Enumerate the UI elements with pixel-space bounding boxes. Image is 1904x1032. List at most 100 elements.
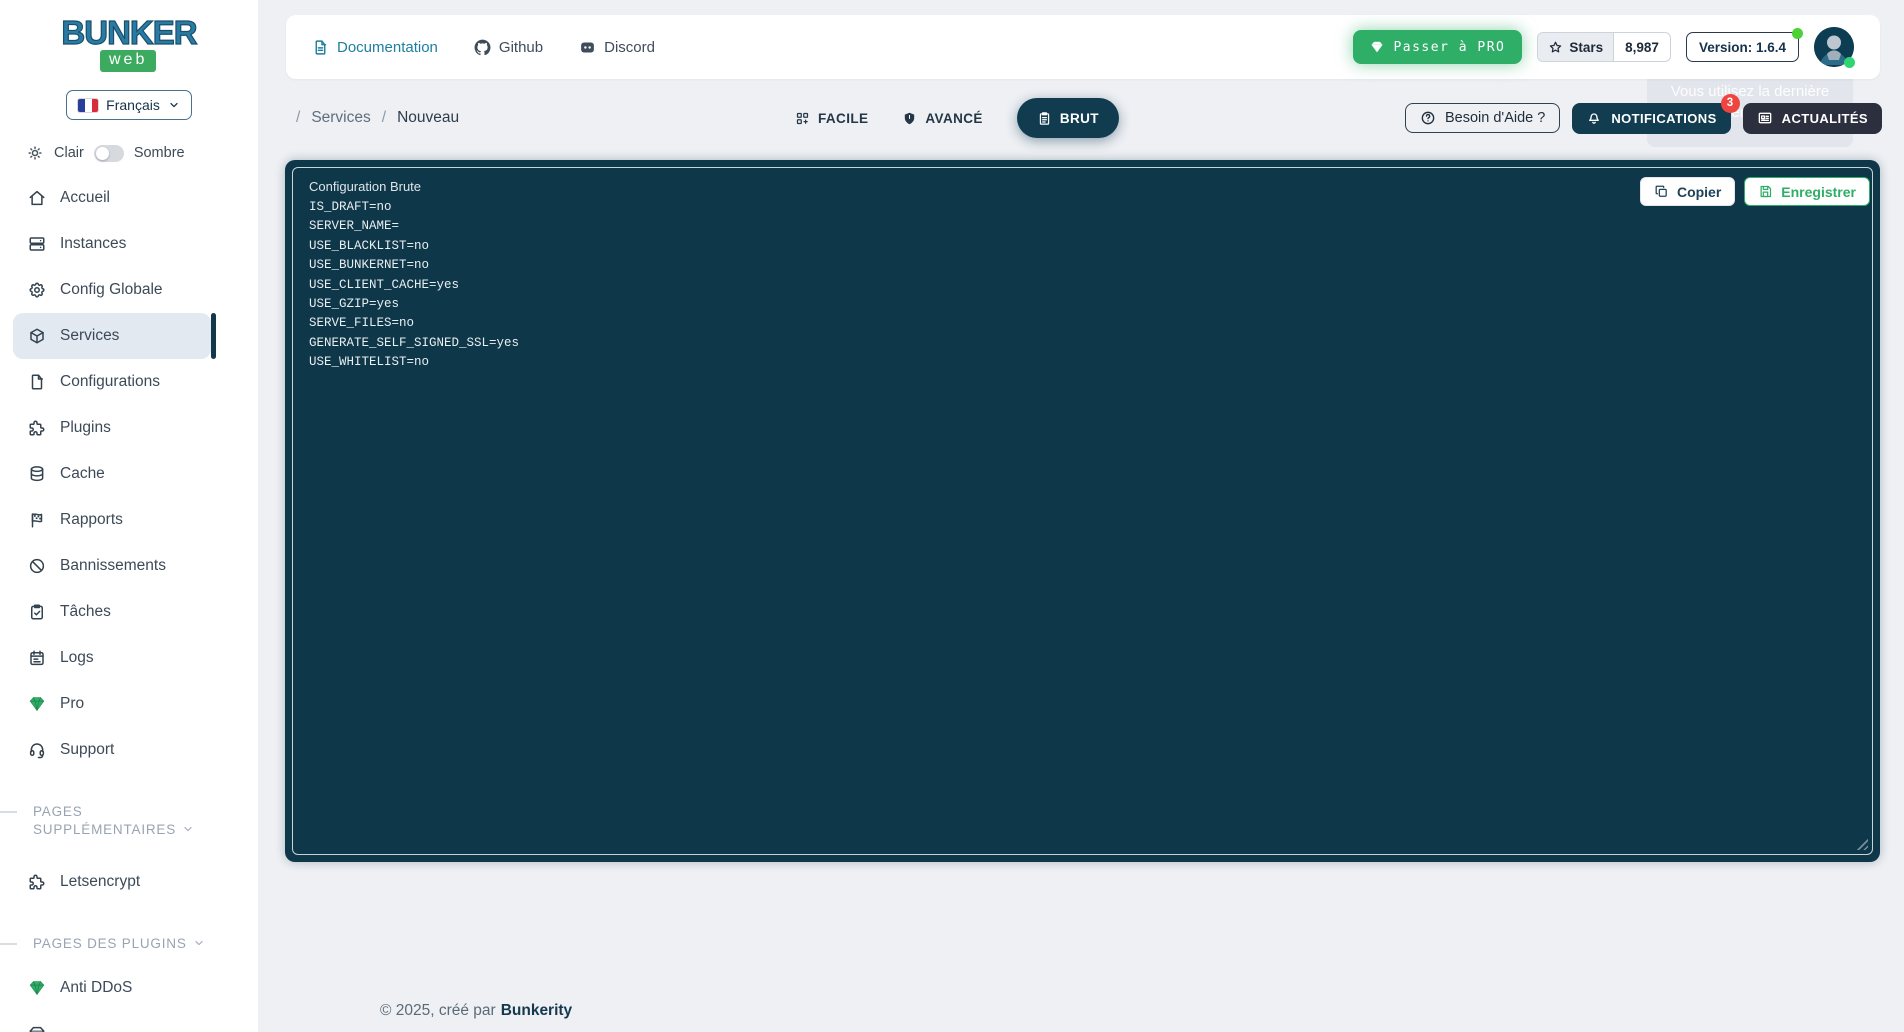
bunkerweb-logo[interactable]: BUNKER web: [0, 14, 258, 68]
sidebar-item-instances[interactable]: Instances: [0, 221, 258, 267]
sidebar-nav: Accueil Instances Config Globale Service…: [0, 175, 258, 773]
github-stars-widget[interactable]: Stars 8,987: [1537, 32, 1671, 62]
header-right-group: Passer à PRO Stars 8,987 Version: 1.6.4: [1353, 27, 1854, 67]
breadcrumb-services-link[interactable]: Services: [311, 109, 370, 127]
shield-icon: [902, 111, 917, 126]
notifications-button[interactable]: NOTIFICATIONS 3: [1572, 103, 1730, 134]
sidebar-item-anti-ddos[interactable]: Anti DDoS: [0, 965, 258, 1011]
gem-icon: [28, 695, 46, 713]
header-link-label: Discord: [604, 39, 655, 56]
section-heading-plugin-pages[interactable]: PAGES DES PLUGINS: [33, 935, 219, 953]
mode-button-avanc[interactable]: AVANCÉ: [902, 111, 982, 126]
sidebar-item-t-ches[interactable]: Tâches: [0, 589, 258, 635]
stars-label: Stars: [1569, 40, 1603, 55]
mode-label: AVANCÉ: [925, 111, 982, 126]
logo-text: BUNKER: [0, 14, 258, 52]
theme-light-label: Clair: [54, 145, 84, 161]
sidebar-item-blank[interactable]: [0, 1011, 258, 1032]
mode-label: FACILE: [818, 111, 868, 126]
sidebar-plugins-nav: Anti DDoS: [0, 965, 258, 1032]
flag-icon: [28, 511, 46, 529]
header-link-discord[interactable]: Discord: [579, 39, 655, 56]
copy-icon: [1654, 184, 1669, 199]
newspaper-icon: [1757, 110, 1773, 126]
copy-button[interactable]: Copier: [1640, 177, 1735, 206]
header-link-documentation[interactable]: Documentation: [312, 39, 438, 56]
switch-knob: [96, 147, 109, 160]
section-heading-extra-pages[interactable]: PAGES SUPPLÉMENTAIRES: [33, 803, 219, 839]
headset-icon: [28, 741, 46, 759]
theme-dark-label: Sombre: [134, 145, 185, 161]
sidebar-item-cache[interactable]: Cache: [0, 451, 258, 497]
mode-switcher: FACILE AVANCÉ BRUT: [795, 95, 1119, 141]
mode-label: BRUT: [1060, 111, 1099, 126]
resize-handle[interactable]: [1854, 836, 1868, 850]
page-toolbar: / Services / Nouveau FACILE AVANCÉ BRUT: [258, 95, 1904, 141]
sidebar-item-label: Plugins: [60, 419, 111, 437]
stars-count: 8,987: [1613, 33, 1670, 61]
sidebar-item-pro[interactable]: Pro: [0, 681, 258, 727]
header-link-github[interactable]: Github: [474, 39, 543, 56]
sidebar-extra-nav: Letsencrypt: [0, 859, 258, 905]
breadcrumb: / Services / Nouveau: [296, 95, 459, 141]
sidebar-item-config-globale[interactable]: Config Globale: [0, 267, 258, 313]
home-icon: [28, 189, 46, 207]
sidebar-item-label: Instances: [60, 235, 126, 253]
gem-icon: [28, 979, 46, 997]
help-button[interactable]: Besoin d'Aide ?: [1405, 103, 1560, 133]
sidebar-item-logs[interactable]: Logs: [0, 635, 258, 681]
config-editor-content[interactable]: IS_DRAFT=no SERVER_NAME= USE_BLACKLIST=n…: [309, 198, 1856, 373]
upgrade-pro-button[interactable]: Passer à PRO: [1353, 30, 1522, 64]
sidebar-item-label: Tâches: [60, 603, 111, 621]
save-icon: [1758, 184, 1773, 199]
sidebar-item-accueil[interactable]: Accueil: [0, 175, 258, 221]
news-button[interactable]: ACTUALITÉS: [1743, 103, 1882, 134]
header-link-label: Documentation: [337, 39, 438, 56]
mode-button-brut[interactable]: BRUT: [1017, 98, 1119, 138]
language-selector[interactable]: Français: [66, 90, 192, 120]
bunkerweb-app: BUNKER web Français Clair Sombre Accueil…: [0, 0, 1904, 1032]
sidebar-item-label: Rapports: [60, 511, 123, 529]
sidebar-item-label: Services: [60, 327, 119, 345]
sidebar-item-bannissements[interactable]: Bannissements: [0, 543, 258, 589]
sidebar-item-label: Support: [60, 741, 114, 759]
cube-icon: [28, 327, 46, 345]
raw-config-editor-card: Configuration Brute IS_DRAFT=no SERVER_N…: [285, 160, 1880, 862]
header-link-label: Github: [499, 39, 543, 56]
gem-outline-icon: [28, 1025, 46, 1032]
sidebar-item-label: Cache: [60, 465, 105, 483]
sidebar-item-label: Config Globale: [60, 281, 163, 299]
clipboard-icon: [1037, 111, 1052, 126]
sidebar-item-services[interactable]: Services: [13, 313, 211, 359]
chevron-down-icon: [168, 99, 180, 111]
sidebar-item-plugins[interactable]: Plugins: [0, 405, 258, 451]
sidebar-item-letsencrypt[interactable]: Letsencrypt: [0, 859, 258, 905]
clipboard-check-icon: [28, 603, 46, 621]
question-circle-icon: [1420, 110, 1436, 126]
server-icon: [28, 235, 46, 253]
puzzle-icon: [28, 873, 46, 891]
sidebar-item-label: Logs: [60, 649, 94, 667]
raw-config-editor[interactable]: Configuration Brute IS_DRAFT=no SERVER_N…: [292, 167, 1873, 855]
sun-icon: [26, 144, 44, 162]
top-header-card: Documentation Github Discord Passer à PR…: [286, 15, 1880, 79]
mode-button-facile[interactable]: FACILE: [795, 111, 868, 126]
chevron-down-icon: [193, 937, 205, 949]
sidebar-item-label: Pro: [60, 695, 84, 713]
version-button[interactable]: Version: 1.6.4: [1686, 32, 1799, 62]
sidebar-item-rapports[interactable]: Rapports: [0, 497, 258, 543]
github-icon: [474, 39, 491, 56]
sidebar-item-configurations[interactable]: Configurations: [0, 359, 258, 405]
avatar[interactable]: [1814, 27, 1854, 67]
sidebar: BUNKER web Français Clair Sombre Accueil…: [0, 0, 258, 1032]
gear-icon: [28, 281, 46, 299]
sidebar-item-support[interactable]: Support: [0, 727, 258, 773]
theme-switch[interactable]: [94, 145, 124, 162]
bunkerity-link[interactable]: Bunkerity: [501, 1002, 573, 1019]
editor-label: Configuration Brute: [309, 179, 1856, 194]
save-button[interactable]: Enregistrer: [1744, 177, 1870, 206]
gem-icon: [1370, 40, 1384, 54]
sidebar-item-label: Configurations: [60, 373, 160, 391]
online-status-dot: [1844, 57, 1855, 68]
puzzle-icon: [28, 419, 46, 437]
